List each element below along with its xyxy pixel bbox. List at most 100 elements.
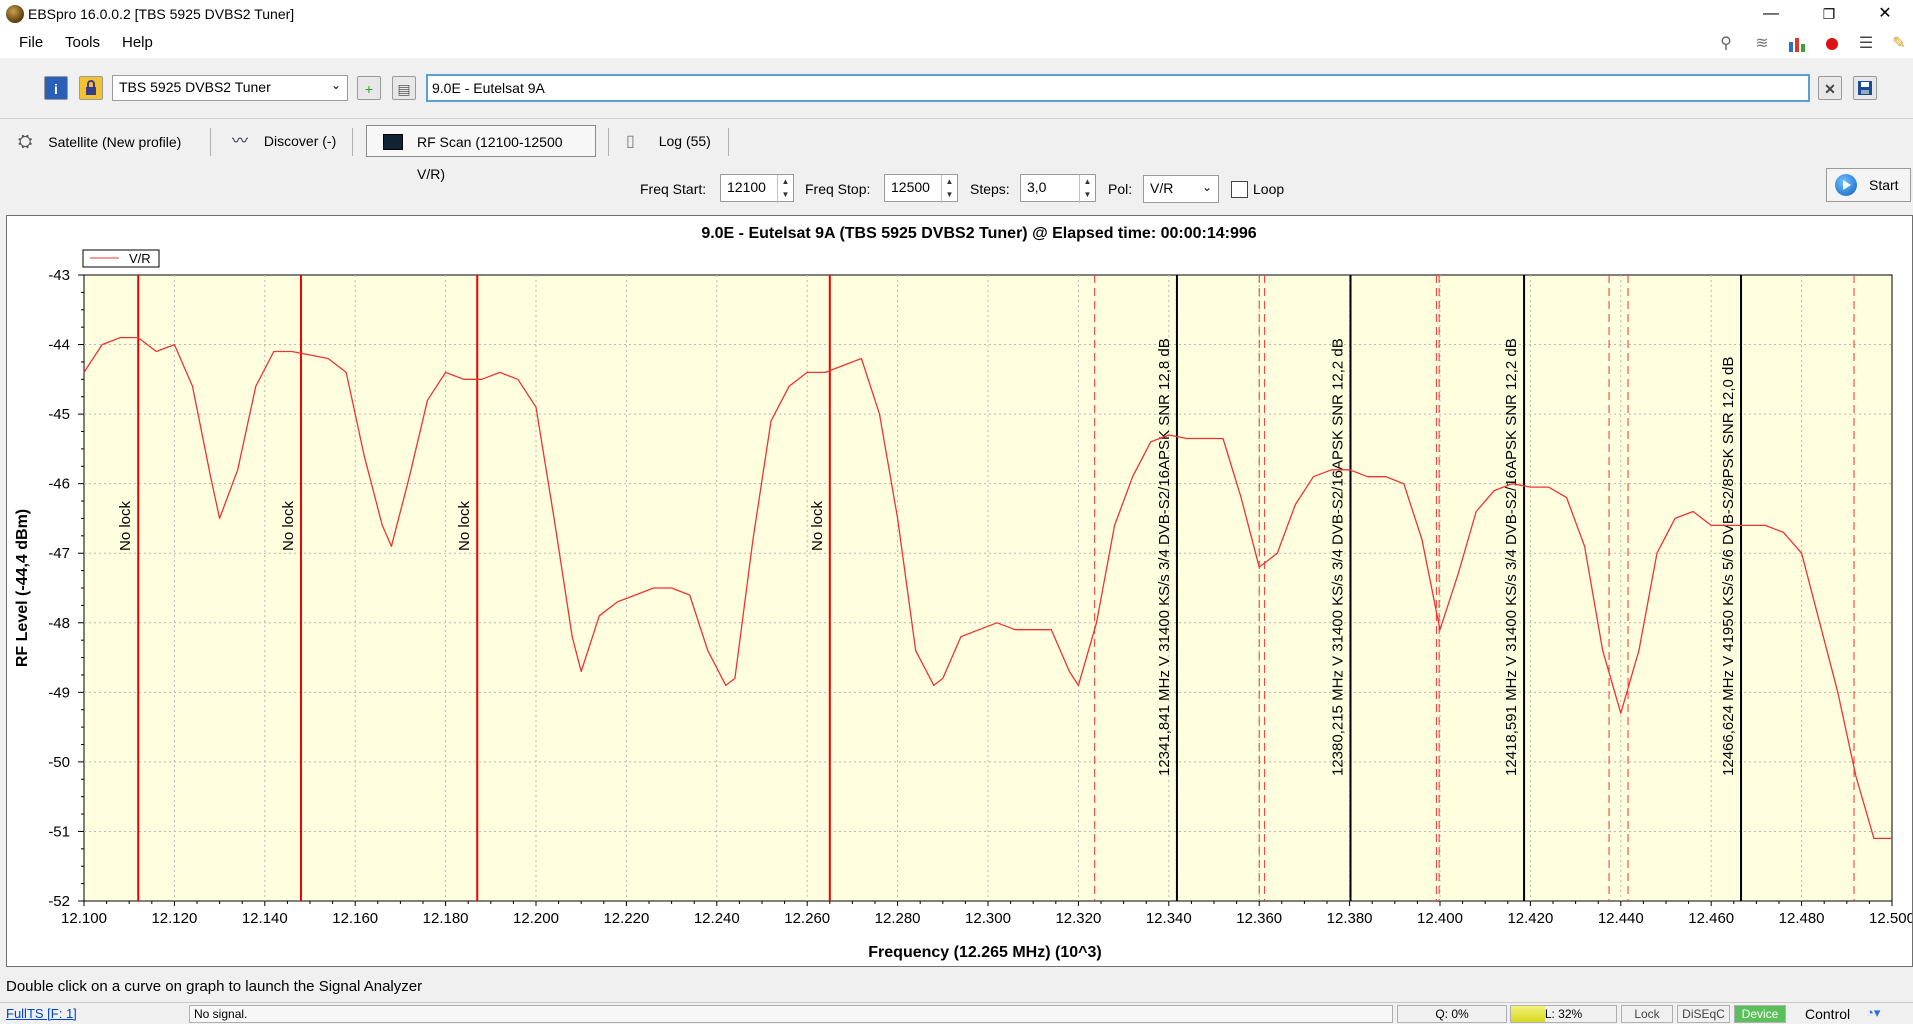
- rf-scan-chart[interactable]: No lock No lock No lock No lock 12341,841 MH…: [6, 215, 1913, 967]
- x-tick-label: 12.260: [784, 910, 830, 927]
- chart-icon[interactable]: [1787, 34, 1807, 54]
- add-profile-button[interactable]: +: [357, 76, 381, 100]
- freq-stop-value: 12500: [891, 179, 930, 195]
- info-button[interactable]: i: [44, 76, 68, 100]
- save-icon[interactable]: [1853, 76, 1877, 100]
- x-tick-label: 12.400: [1417, 910, 1463, 927]
- x-tick-label: 12.320: [1055, 910, 1101, 927]
- freq-start-value: 12100: [727, 179, 766, 195]
- marker-label: 12380,215 MHz V 31400 KS/s 3/4 DVB-S2/16…: [1330, 338, 1347, 776]
- steps-label: Steps:: [970, 181, 1010, 197]
- fullts-link[interactable]: FullTS [F: 1]: [6, 1006, 77, 1021]
- search-icon[interactable]: ⚲: [1716, 34, 1736, 54]
- x-tick-label: 12.380: [1327, 910, 1373, 927]
- pol-label: Pol:: [1108, 181, 1133, 197]
- pin-icon[interactable]: ✎: [1889, 34, 1909, 54]
- monitor-icon: [383, 134, 403, 150]
- freq-stop-stepper[interactable]: ▲ ▼: [941, 175, 957, 203]
- chart-legend: V/R: [82, 249, 160, 268]
- window-title: EBSpro 16.0.0.2 [TBS 5925 DVBS2 Tuner]: [28, 6, 295, 22]
- freq-stop-label: Freq Stop:: [805, 181, 871, 197]
- pol-select-value: V/R: [1150, 180, 1174, 196]
- y-tick-label: -48: [48, 615, 70, 632]
- menu-help[interactable]: Help: [122, 34, 153, 51]
- menu-bar: [0, 28, 1913, 58]
- freq-stop-input[interactable]: 12500 ▲ ▼: [884, 174, 958, 203]
- tuner-select-value: TBS 5925 DVBS2 Tuner: [119, 79, 271, 95]
- x-tick-label: 12.280: [875, 910, 921, 927]
- tab-log[interactable]: ▯ Log (55): [626, 125, 711, 157]
- x-tick-label: 12.440: [1598, 910, 1644, 927]
- app-logo-icon: [6, 5, 24, 23]
- freq-start-stepper[interactable]: ▲ ▼: [777, 175, 793, 203]
- y-tick-label: -50: [48, 754, 70, 771]
- x-tick-label: 12.420: [1507, 910, 1553, 927]
- loop-checkbox[interactable]: [1231, 181, 1248, 198]
- x-axis-label: Frequency (12.265 MHz) (10^3): [868, 944, 1101, 961]
- control-label[interactable]: Control: [1805, 1006, 1850, 1022]
- signal-status: No signal.: [189, 1005, 1393, 1023]
- clear-button[interactable]: ✕: [1818, 76, 1842, 100]
- tab-rf-scan[interactable]: RF Scan (12100-12500 V/R): [366, 125, 596, 182]
- tuner-select[interactable]: TBS 5925 DVBS2 Tuner ⌄: [112, 75, 348, 101]
- pol-select[interactable]: V/R ⌄: [1143, 175, 1219, 203]
- lock-status: Lock: [1621, 1005, 1673, 1023]
- play-icon: [1835, 174, 1857, 196]
- start-button[interactable]: Start: [1826, 168, 1911, 202]
- menu-file[interactable]: File: [19, 34, 43, 51]
- tab-log-label: Log (55): [658, 133, 711, 149]
- close-button[interactable]: ✕: [1862, 0, 1908, 28]
- y-tick-label: -45: [48, 406, 70, 423]
- list-icon[interactable]: ☰: [1856, 34, 1876, 54]
- marker-label: No lock: [456, 500, 473, 551]
- diseqc-status: DiSEqC: [1677, 1005, 1730, 1023]
- tab-discover[interactable]: 〰 Discover (-): [232, 125, 336, 157]
- tab-divider: [352, 128, 353, 156]
- hint-text: Double click on a curve on graph to laun…: [6, 978, 423, 995]
- tab-satellite-label: Satellite (New profile): [48, 134, 182, 150]
- record-icon[interactable]: [1822, 34, 1842, 54]
- tab-discover-label: Discover (-): [263, 133, 337, 149]
- steps-stepper[interactable]: ▲ ▼: [1079, 175, 1095, 203]
- plot-area: [83, 274, 1893, 902]
- x-tick-label: 12.300: [965, 910, 1011, 927]
- satellite-icon: ⛭: [18, 131, 33, 151]
- marker-label: 12341,841 MHz V 31400 KS/s 3/4 DVB-S2/16…: [1156, 338, 1173, 776]
- loop-label: Loop: [1253, 181, 1285, 197]
- y-tick-label: -44: [48, 337, 70, 354]
- level-meter-label: L: 32%: [1544, 1007, 1583, 1021]
- tab-divider: [728, 128, 729, 156]
- start-button-label: Start: [1869, 177, 1899, 193]
- maximize-button[interactable]: ❐: [1806, 0, 1852, 28]
- marker-label: 12466,624 MHz V 41950 KS/s 5/6 DVB-S2/8P…: [1720, 357, 1737, 776]
- x-tick-label: 12.340: [1146, 910, 1192, 927]
- steps-value: 3,0: [1027, 179, 1047, 195]
- menu-tools[interactable]: Tools: [65, 34, 100, 51]
- lock-button[interactable]: [79, 76, 103, 100]
- x-tick-label: 12.120: [151, 910, 197, 927]
- tab-satellite[interactable]: ⛭ Satellite (New profile): [18, 125, 181, 157]
- marker-label: No lock: [280, 500, 297, 551]
- minimize-button[interactable]: —: [1748, 0, 1794, 28]
- x-tick-label: 12.240: [694, 910, 740, 927]
- steps-input[interactable]: 3,0 ▲ ▼: [1020, 174, 1096, 203]
- level-meter: L: 32%: [1510, 1005, 1617, 1023]
- x-tick-label: 12.140: [242, 910, 288, 927]
- satellite-field[interactable]: 9.0E - Eutelsat 9A: [426, 74, 1810, 102]
- y-tick-label: -49: [48, 684, 70, 701]
- y-tick-label: -46: [48, 476, 70, 493]
- freq-start-label: Freq Start:: [640, 181, 707, 197]
- freq-start-input[interactable]: 12100 ▲ ▼: [720, 174, 794, 203]
- y-tick-label: -52: [48, 893, 70, 910]
- x-tick-label: 12.460: [1688, 910, 1734, 927]
- rf-scan-chart-svg[interactable]: No lock No lock No lock No lock 12341,841 MH…: [7, 216, 1912, 966]
- legend-label: V/R: [129, 251, 151, 266]
- scan-icon[interactable]: ≋: [1752, 34, 1772, 54]
- x-tick-label: 12.160: [332, 910, 378, 927]
- y-tick-label: -47: [48, 545, 70, 562]
- x-tick-label: 12.480: [1779, 910, 1825, 927]
- x-tick-label: 12.100: [61, 910, 107, 927]
- control-dropdown-icon[interactable]: ◔▾: [1866, 1005, 1880, 1021]
- y-tick-label: -43: [48, 267, 70, 284]
- satellite-list-button[interactable]: ▤: [392, 76, 416, 100]
